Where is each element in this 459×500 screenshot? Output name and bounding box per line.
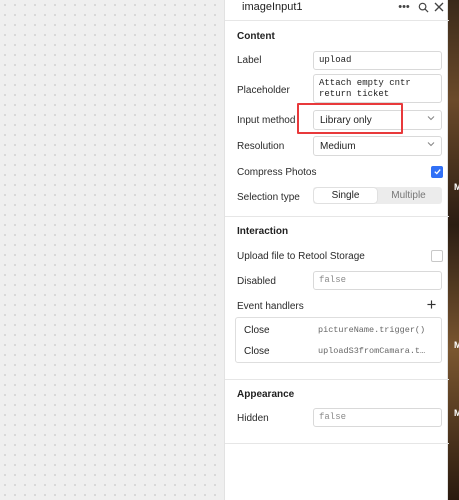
inspector-panel: imageInput1 ••• Content Label upload Pla… — [224, 0, 449, 500]
selection-option-multiple[interactable]: Multiple — [377, 188, 440, 203]
resolution-label: Resolution — [237, 141, 285, 152]
label-field-label: Label — [237, 55, 262, 66]
upload-storage-checkbox[interactable] — [431, 250, 443, 262]
section-title-interaction: Interaction — [237, 226, 289, 237]
disabled-input[interactable]: false — [313, 271, 442, 290]
panel-header: imageInput1 ••• — [225, 0, 449, 16]
app-canvas — [0, 0, 224, 500]
background-photo: M M M — [448, 0, 459, 500]
chevron-down-icon — [427, 140, 435, 150]
upload-storage-label: Upload file to Retool Storage — [237, 251, 365, 262]
divider — [225, 379, 449, 380]
hidden-label: Hidden — [237, 413, 269, 424]
event-handler-event: Close — [244, 325, 270, 336]
section-title-content: Content — [237, 31, 275, 42]
divider — [225, 443, 449, 444]
disabled-label: Disabled — [237, 276, 276, 287]
event-handler-action: pictureName.trigger() — [318, 325, 426, 335]
event-handler-list: Close pictureName.trigger() Close upload… — [235, 317, 442, 363]
selection-type-toggle: Single Multiple — [313, 187, 442, 204]
divider — [225, 20, 449, 21]
input-method-value: Library only — [320, 115, 372, 126]
selection-type-label: Selection type — [237, 192, 300, 203]
event-handler-row[interactable]: Close uploadS3fromCamara.t… — [236, 340, 441, 362]
placeholder-field-label: Placeholder — [237, 85, 290, 96]
selection-option-single[interactable]: Single — [314, 188, 377, 203]
input-method-label: Input method — [237, 115, 296, 126]
input-method-select[interactable]: Library only — [313, 110, 442, 130]
compress-photos-label: Compress Photos — [237, 167, 317, 178]
label-input[interactable]: upload — [313, 51, 442, 70]
placeholder-input[interactable]: Attach empty cntr return ticket — [313, 74, 442, 103]
search-icon[interactable] — [416, 0, 430, 14]
add-event-handler-icon[interactable] — [427, 297, 436, 312]
check-icon — [433, 169, 441, 175]
resolution-value: Medium — [320, 141, 356, 152]
section-title-appearance: Appearance — [237, 389, 295, 400]
more-icon[interactable]: ••• — [397, 0, 411, 14]
compress-photos-checkbox[interactable] — [431, 166, 443, 178]
event-handler-event: Close — [244, 346, 270, 357]
background-text-fragment: M — [454, 182, 459, 192]
divider — [225, 216, 449, 217]
background-text-fragment: M — [454, 408, 459, 418]
event-handler-action: uploadS3fromCamara.t… — [318, 346, 426, 356]
component-name[interactable]: imageInput1 — [242, 1, 303, 13]
event-handlers-label: Event handlers — [237, 301, 304, 312]
chevron-down-icon — [427, 114, 435, 124]
background-text-fragment: M — [454, 340, 459, 350]
resolution-select[interactable]: Medium — [313, 136, 442, 156]
event-handler-row[interactable]: Close pictureName.trigger() — [236, 319, 441, 341]
hidden-input[interactable]: false — [313, 408, 442, 427]
close-icon[interactable] — [432, 0, 446, 14]
